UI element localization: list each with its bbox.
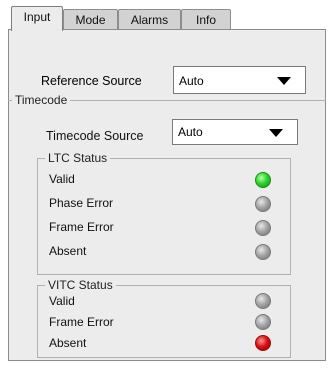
ltc-valid-led-icon xyxy=(255,172,271,188)
ltc-valid-label: Valid xyxy=(49,172,75,186)
chevron-down-icon xyxy=(269,129,283,137)
timecode-source-value: Auto xyxy=(178,125,203,139)
ltc-status-legend: LTC Status xyxy=(45,151,111,165)
vitc-absent-label: Absent xyxy=(49,336,87,350)
vitc-frame-error-led-icon xyxy=(255,314,271,330)
vitc-absent-led-icon xyxy=(255,335,271,351)
timecode-source-select[interactable]: Auto xyxy=(172,119,298,145)
ltc-frame-error-label: Frame Error xyxy=(49,220,114,234)
vitc-valid-label: Valid xyxy=(49,294,75,308)
reference-source-value: Auto xyxy=(179,74,204,88)
vitc-status-group: VITC Status Valid Frame Error Absent xyxy=(37,278,291,358)
vitc-status-legend: VITC Status xyxy=(45,278,116,292)
timecode-group: Timecode Timecode Source Auto LTC Status… xyxy=(8,93,326,362)
ltc-frame-error-led-icon xyxy=(255,220,271,236)
ltc-phase-error-label: Phase Error xyxy=(49,196,114,210)
reference-source-select[interactable]: Auto xyxy=(173,66,306,94)
tab-info[interactable]: Info xyxy=(181,9,231,29)
vitc-frame-error-label: Frame Error xyxy=(49,315,114,329)
chevron-down-icon xyxy=(277,77,291,85)
tab-input[interactable]: Input xyxy=(11,6,63,31)
timecode-source-label: Timecode Source xyxy=(46,129,144,143)
ltc-absent-label: Absent xyxy=(49,244,87,258)
timecode-legend: Timecode xyxy=(12,93,71,107)
tab-mode[interactable]: Mode xyxy=(63,9,118,29)
ltc-status-group: LTC Status Valid Phase Error Frame Error… xyxy=(37,151,291,275)
input-panel: Reference Source Auto Timecode Timecode … xyxy=(8,29,326,361)
reference-source-label: Reference Source xyxy=(41,74,142,88)
ltc-phase-error-led-icon xyxy=(255,196,271,212)
tab-alarms[interactable]: Alarms xyxy=(118,9,181,29)
vitc-valid-led-icon xyxy=(255,293,271,309)
ltc-absent-led-icon xyxy=(255,244,271,260)
